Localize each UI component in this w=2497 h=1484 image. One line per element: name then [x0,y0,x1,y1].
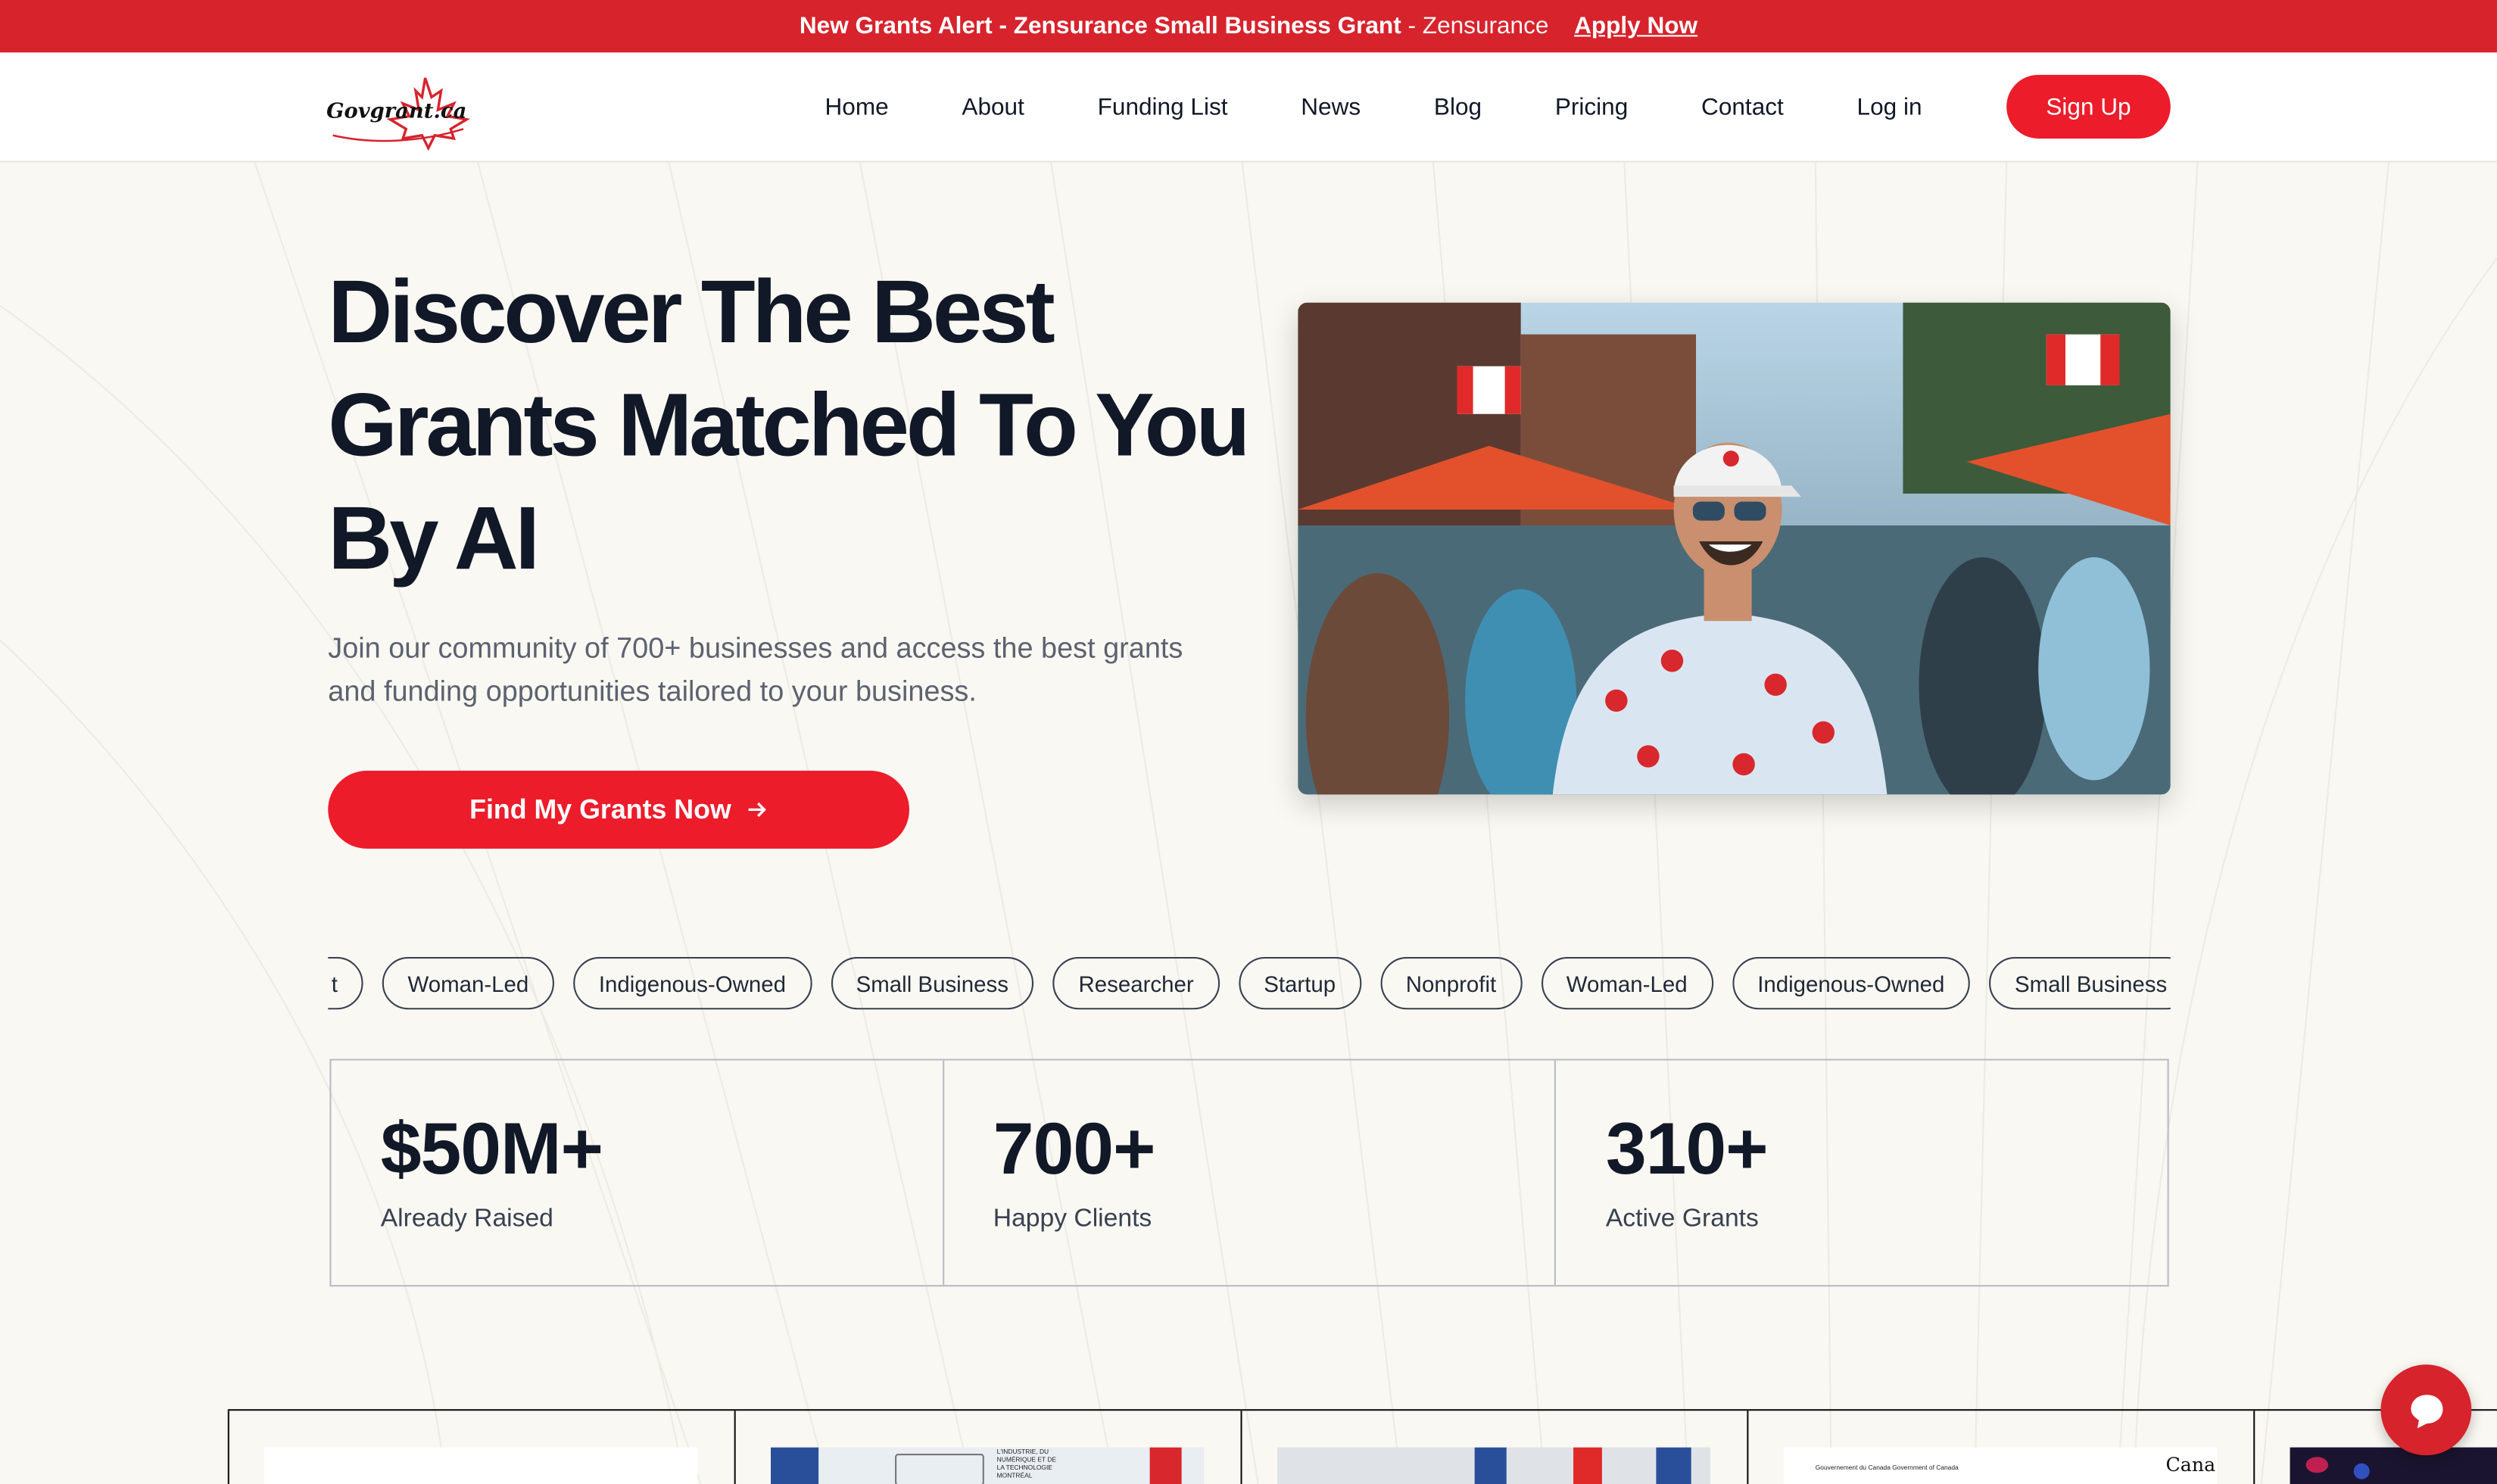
audience-tags: t Woman-Led Indigenous-Owned Small Busin… [328,956,2171,1012]
apply-now-link[interactable]: Apply Now [1574,13,1697,40]
page: New Grants Alert - Zensurance Small Busi… [0,0,2497,1484]
stat-label: Already Raised [380,1205,553,1233]
tag-woman-led[interactable]: Woman-Led [382,956,554,1010]
news-card[interactable] [227,1411,734,1484]
news-thumbnail: L'INDUSTRIE, DU NUMÉRIQUE ET DE LA TECHN… [770,1447,1205,1484]
stat-value: 700+ [993,1106,1156,1189]
chat-launcher[interactable] [2380,1364,2472,1456]
hero-subtitle: Join our community of 700+ businesses an… [328,628,1252,714]
tag-indigenous-owned[interactable]: Indigenous-Owned [1732,956,1971,1010]
tag-startup[interactable]: Startup [1238,956,1361,1010]
find-grants-label: Find My Grants Now [469,793,731,825]
nav-links: Home About Funding List News Blog Pricin… [825,52,1922,162]
news-thumbnail [264,1447,698,1484]
sign-up-button[interactable]: Sign Up [2006,74,2171,139]
nav-pricing[interactable]: Pricing [1555,94,1628,121]
news-thumbnail-caption: L'INDUSTRIE, DU NUMÉRIQUE ET DE LA TECHN… [996,1447,1057,1479]
hero-title-line: Discover The Best [328,260,1055,362]
stats-panel: $50M+ Already Raised 700+ Happy Clients … [329,1058,2169,1287]
tag-indigenous-owned[interactable]: Indigenous-Owned [573,956,812,1010]
tag-woman-led[interactable]: Woman-Led [1541,956,1713,1010]
news-thumbnail [1277,1447,1710,1484]
find-grants-button[interactable]: Find My Grants Now [328,770,909,849]
tag-small-business[interactable]: Small Business [1989,956,2171,1010]
hero-subtitle-line: Join our community of 700+ businesses an… [328,631,1183,664]
stat-value: 310+ [1605,1106,1769,1189]
nav-contact[interactable]: Contact [1701,94,1784,121]
hero-subtitle-line: and funding opportunities tailored to yo… [328,675,977,707]
tag-small-business[interactable]: Small Business [830,956,1034,1010]
stat-label: Happy Clients [993,1205,1152,1233]
nav-blog[interactable]: Blog [1434,94,1482,121]
tag-nonprofit[interactable]: Nonprofit [1380,956,1522,1010]
hero-title: Discover The Best Grants Matched To You … [328,254,1283,594]
stat-card: 310+ Active Grants [1557,1061,2168,1286]
chat-bubble-icon [2410,1394,2442,1428]
nav-about[interactable]: About [962,94,1024,121]
hero-title-line: By AI [328,487,540,588]
arrow-right-icon [748,802,767,817]
news-card[interactable]: L'INDUSTRIE, DU NUMÉRIQUE ET DE LA TECHN… [734,1411,1241,1484]
alert-headline: New Grants Alert - Zensurance Small Busi… [799,12,1401,40]
news-thumbnail-caption: Gouvernement du Canada Government of Can… [1815,1463,1959,1472]
tag-researcher[interactable]: Researcher [1052,956,1220,1010]
news-carousel: L'INDUSTRIE, DU NUMÉRIQUE ET DE LA TECHN… [227,1409,2497,1484]
news-thumbnail [2290,1447,2497,1484]
nav-news[interactable]: News [1301,94,1361,121]
stat-label: Active Grants [1605,1205,1759,1233]
hero-title-line: Grants Matched To You [328,374,1250,475]
alert-source: Zensurance [1422,12,1549,40]
stat-card: $50M+ Already Raised [331,1060,944,1286]
canada-wordmark: Cana [2165,1454,2216,1476]
alert-separator: - [1407,12,1417,40]
top-navigation: Govgrant.ca Home About Funding List News… [0,52,2497,163]
hero-image [1298,302,2171,795]
nav-home[interactable]: Home [825,94,889,121]
logo-text: Govgrant.ca [326,100,467,125]
news-card[interactable] [1240,1411,1747,1484]
stat-value: $50M+ [380,1106,603,1189]
nav-login[interactable]: Log in [1857,94,1922,121]
news-card[interactable]: Gouvernement du Canada Government of Can… [1747,1411,2253,1484]
logo[interactable]: Govgrant.ca [326,65,473,151]
nav-funding-list[interactable]: Funding List [1098,94,1228,121]
stat-card: 700+ Happy Clients [944,1060,1557,1286]
tag-student[interactable]: t [328,956,363,1010]
news-thumbnail: Gouvernement du Canada Government of Can… [1783,1447,2217,1484]
announcement-bar: New Grants Alert - Zensurance Small Busi… [0,0,2497,53]
